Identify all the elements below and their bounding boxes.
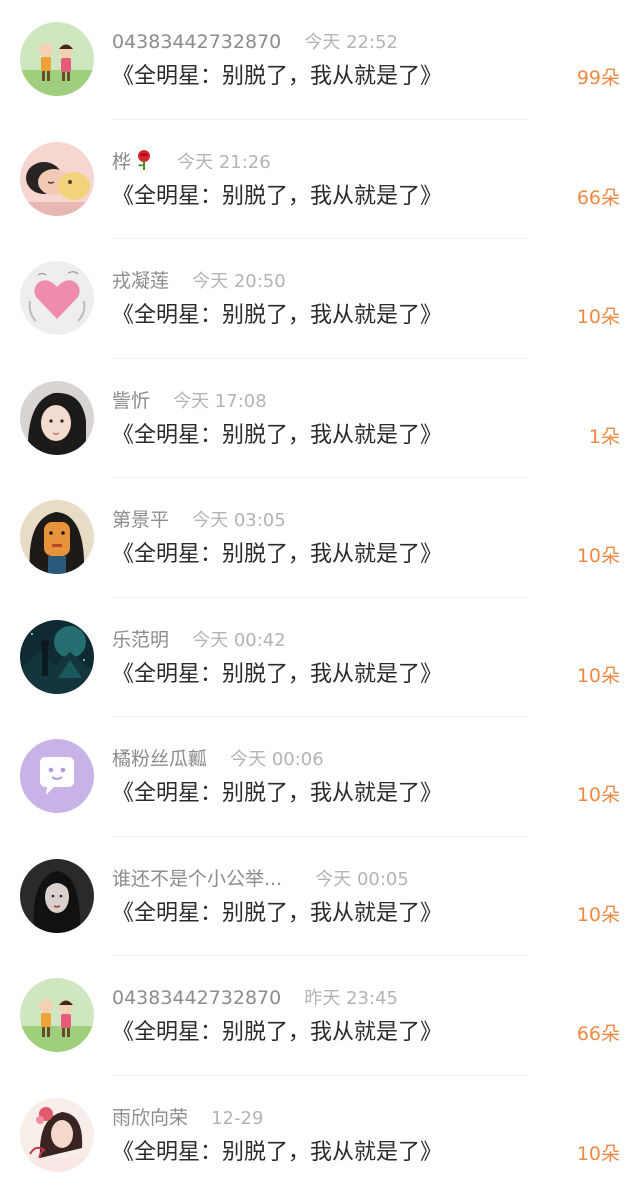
avatar[interactable]: [20, 978, 94, 1052]
comment-text[interactable]: 《全明星：别脱了，我从就是了》: [112, 419, 442, 453]
username[interactable]: 04383442732870: [112, 31, 281, 53]
avatar[interactable]: [20, 500, 94, 574]
avatar[interactable]: [20, 22, 94, 96]
comment-text[interactable]: 《全明星：别脱了，我从就是了》: [112, 658, 442, 692]
comment-text[interactable]: 《全明星：别脱了，我从就是了》: [112, 1136, 442, 1170]
illustrated-face-avatar-icon: [20, 500, 94, 574]
dark-scenery-avatar-icon: [20, 620, 94, 694]
list-item[interactable]: 桦 今天 21:26 《全明星：别脱了，我从就是了》 66朵: [0, 120, 640, 240]
timestamp: 今天 20:50: [192, 271, 286, 292]
rose-icon: [134, 149, 154, 180]
pink-heart-avatar-icon: [20, 261, 94, 335]
list-item[interactable]: 訾忻 今天 17:08 《全明星：别脱了，我从就是了》 1朵: [0, 359, 640, 479]
list-item[interactable]: 雨欣向荣 12-29 《全明星：别脱了，我从就是了》 10朵: [0, 1076, 640, 1195]
comment-text[interactable]: 《全明星：别脱了，我从就是了》: [112, 538, 442, 572]
username[interactable]: 04383442732870: [112, 987, 281, 1009]
sleeping-baby-avatar-icon: [20, 142, 94, 216]
cartoon-kids-avatar-icon: [20, 978, 94, 1052]
username[interactable]: 訾忻: [112, 390, 150, 412]
comment-text[interactable]: 《全明星：别脱了，我从就是了》: [112, 777, 442, 811]
avatar[interactable]: [20, 261, 94, 335]
username[interactable]: 谁还不是个小公举...: [112, 868, 282, 890]
avatar[interactable]: [20, 859, 94, 933]
comment-text[interactable]: 《全明星：别脱了，我从就是了》: [112, 1016, 442, 1050]
flower-count: 10朵: [577, 1139, 620, 1169]
flower-count: 10朵: [577, 900, 620, 930]
list-item[interactable]: 第景平 今天 03:05 《全明星：别脱了，我从就是了》 10朵: [0, 478, 640, 598]
timestamp: 12-29: [211, 1108, 263, 1129]
username[interactable]: 戎凝莲: [112, 270, 169, 292]
comment-text[interactable]: 《全明星：别脱了，我从就是了》: [112, 180, 442, 214]
timestamp: 今天 00:05: [315, 869, 409, 890]
ink-girl-avatar-icon: [20, 859, 94, 933]
flower-count: 10朵: [577, 541, 620, 571]
avatar[interactable]: [20, 620, 94, 694]
flower-count: 10朵: [577, 302, 620, 332]
list-item[interactable]: 04383442732870 今天 22:52 《全明星：别脱了，我从就是了》 …: [0, 0, 640, 120]
list-item[interactable]: 04383442732870 昨天 23:45 《全明星：别脱了，我从就是了》 …: [0, 956, 640, 1076]
timestamp: 昨天 23:45: [304, 988, 398, 1009]
flower-count: 1朵: [589, 422, 620, 452]
comment-list: 04383442732870 今天 22:52 《全明星：别脱了，我从就是了》 …: [0, 0, 640, 1192]
username[interactable]: 乐范明: [112, 629, 169, 651]
timestamp: 今天 17:08: [173, 391, 267, 412]
comment-text[interactable]: 《全明星：别脱了，我从就是了》: [112, 299, 442, 333]
timestamp: 今天 00:06: [230, 749, 324, 770]
comment-text[interactable]: 《全明星：别脱了，我从就是了》: [112, 60, 442, 94]
list-item[interactable]: 谁还不是个小公举... 今天 00:05 《全明星：别脱了，我从就是了》 10朵: [0, 837, 640, 957]
avatar[interactable]: [20, 381, 94, 455]
username[interactable]: 第景平: [112, 509, 169, 531]
flower-count: 99朵: [577, 63, 620, 93]
flower-count: 10朵: [577, 661, 620, 691]
girl-portrait-avatar-icon: [20, 381, 94, 455]
calligraphy-girl-avatar-icon: [20, 1098, 94, 1172]
flower-count: 66朵: [577, 183, 620, 213]
list-item[interactable]: 乐范明 今天 00:42 《全明星：别脱了，我从就是了》 10朵: [0, 598, 640, 718]
username[interactable]: 桦: [112, 151, 131, 173]
timestamp: 今天 21:26: [177, 152, 271, 173]
username[interactable]: 雨欣向荣: [112, 1107, 188, 1129]
cartoon-kids-avatar-icon: [20, 22, 94, 96]
timestamp: 今天 00:42: [192, 630, 286, 651]
list-item[interactable]: 戎凝莲 今天 20:50 《全明星：别脱了，我从就是了》 10朵: [0, 239, 640, 359]
avatar[interactable]: [20, 1098, 94, 1172]
avatar[interactable]: [20, 142, 94, 216]
chat-bubble-avatar-icon: [20, 739, 94, 813]
timestamp: 今天 03:05: [192, 510, 286, 531]
flower-count: 10朵: [577, 780, 620, 810]
flower-count: 66朵: [577, 1019, 620, 1049]
comment-text[interactable]: 《全明星：别脱了，我从就是了》: [112, 897, 442, 931]
avatar[interactable]: [20, 739, 94, 813]
username[interactable]: 橘粉丝瓜瓤: [112, 748, 207, 770]
list-item[interactable]: 橘粉丝瓜瓤 今天 00:06 《全明星：别脱了，我从就是了》 10朵: [0, 717, 640, 837]
timestamp: 今天 22:52: [304, 32, 398, 53]
